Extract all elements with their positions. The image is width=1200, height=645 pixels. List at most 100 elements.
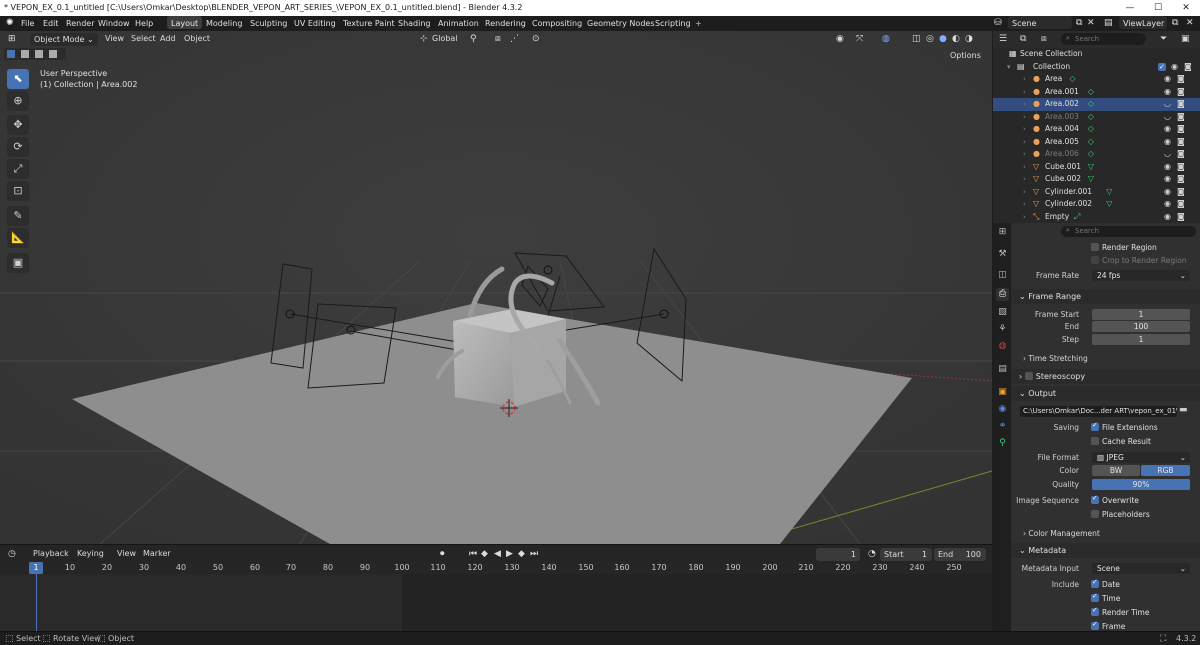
metadata-panel-header[interactable]: ⌄ Metadata <box>1011 543 1200 558</box>
scale-tool-icon[interactable]: ⤢ <box>7 159 29 179</box>
timeline-menu-keying[interactable]: Keying <box>77 545 104 563</box>
eye-icon[interactable]: ◉ <box>1164 198 1171 211</box>
collection-enable-checkbox[interactable] <box>1158 61 1166 73</box>
eye-icon[interactable]: ◉ <box>1164 186 1171 199</box>
outliner-search-input[interactable]: ⌕ Search <box>1061 33 1146 45</box>
frame-checkbox[interactable] <box>1091 620 1099 630</box>
outliner-item[interactable]: › ● Area.006 ◇ ◡ ◙ <box>993 148 1200 161</box>
select-extend-icon[interactable] <box>21 50 29 58</box>
file-format-dropdown[interactable]: ▨ JPEG ⌄ <box>1092 452 1190 463</box>
physics-tab-icon[interactable]: ◉ <box>996 403 1009 416</box>
eye-icon[interactable]: ◉ <box>1171 61 1178 74</box>
frame-rate-dropdown[interactable]: 24 fps ⌄ <box>1092 270 1190 281</box>
menu-window[interactable]: Window <box>98 16 130 31</box>
stereoscopy-panel-header[interactable]: › Stereoscopy <box>1011 369 1200 384</box>
output-path-input[interactable]: C:\Users\Omkar\Doc...der ART\vepon_ex_01… <box>1020 406 1177 417</box>
light-data-icon[interactable]: ◇ <box>1088 123 1094 136</box>
selection-mode-buttons[interactable] <box>4 48 66 60</box>
workspace-tab-scripting[interactable]: Scripting <box>651 16 695 29</box>
expand-arrow-icon[interactable]: › <box>1023 73 1026 86</box>
light-data-icon[interactable]: ◇ <box>1088 148 1094 161</box>
timeline-menu-view[interactable]: View <box>117 545 136 563</box>
proportional-edit-icon[interactable]: ⊙ <box>532 31 540 47</box>
expand-arrow-icon[interactable]: › <box>1023 161 1026 174</box>
rendered-shading-icon[interactable]: ◑ <box>965 31 973 47</box>
options-button[interactable]: Options <box>946 49 985 62</box>
preview-range-icon[interactable]: ◔ <box>868 545 876 563</box>
add-workspace-icon[interactable]: + <box>695 16 702 31</box>
mesh-data-icon[interactable]: ▽ <box>1106 198 1112 211</box>
expand-arrow-icon[interactable]: › <box>1023 198 1026 211</box>
time-stretching-subpanel[interactable]: › Time Stretching <box>1011 353 1088 364</box>
workspace-tab-shading[interactable]: Shading <box>394 16 435 29</box>
start-frame-field[interactable]: Start 1 <box>880 548 932 561</box>
select-box-tool-icon[interactable]: ⬉ <box>7 69 29 89</box>
output-panel-header[interactable]: ⌄ Output <box>1011 386 1200 401</box>
outliner-item[interactable]: › ● Area.003 ◇ ◡ ◙ <box>993 111 1200 124</box>
camera-icon[interactable]: ◙ <box>1177 98 1185 111</box>
expand-arrow-icon[interactable]: › <box>1023 186 1026 199</box>
outliner-item[interactable]: › ● Area.005 ◇ ◉ ◙ <box>993 136 1200 149</box>
file-extensions-checkbox[interactable] <box>1091 421 1099 431</box>
solid-shading-icon[interactable]: ● <box>939 31 947 47</box>
camera-icon[interactable]: ◙ <box>1177 86 1185 99</box>
prev-keyframe-icon[interactable]: ◆ <box>481 545 488 563</box>
outliner-item[interactable]: › ▽ Cylinder.002 ▽ ◉ ◙ <box>993 198 1200 211</box>
snap-icon[interactable]: ⧈ <box>495 31 501 47</box>
light-data-icon[interactable]: ◇ <box>1088 136 1094 149</box>
new-view-layer-icon[interactable]: ⧉ <box>1172 16 1178 31</box>
orientation-selector[interactable]: Global <box>432 31 458 47</box>
jump-start-icon[interactable]: ⏮ <box>469 545 477 563</box>
eye-icon[interactable]: ◉ <box>1164 173 1171 186</box>
timeline-editor-icon[interactable]: ◷ <box>8 545 16 563</box>
transform-tool-icon[interactable]: ⊡ <box>7 181 29 201</box>
workspace-tab-layout[interactable]: Layout <box>167 16 203 29</box>
view-layer-selector[interactable]: ViewLayer <box>1119 16 1167 29</box>
color-rgb-button[interactable]: RGB <box>1141 465 1190 476</box>
timeline-ruler[interactable]: 1 10 20 30 40 50 60 70 80 90 100 110 120… <box>0 562 992 574</box>
filter-icon[interactable]: ⏷ <box>1160 34 1167 44</box>
light-data-icon[interactable]: ◇ <box>1088 86 1094 99</box>
camera-icon[interactable]: ◙ <box>1177 211 1185 224</box>
workspace-tab-compositing[interactable]: Compositing <box>528 16 586 29</box>
camera-icon[interactable]: ◙ <box>1177 186 1185 199</box>
color-bw-button[interactable]: BW <box>1092 465 1140 476</box>
eye-icon[interactable]: ◉ <box>1164 211 1171 224</box>
blender-logo-icon[interactable]: ✺ <box>6 16 14 31</box>
eye-icon[interactable]: ◉ <box>1164 161 1171 174</box>
visibility-icon[interactable]: ◉ <box>836 31 844 47</box>
properties-search-input[interactable]: ⌕ Search <box>1061 226 1196 237</box>
cache-result-checkbox[interactable] <box>1091 437 1099 445</box>
mesh-data-icon[interactable]: ▽ <box>1088 161 1094 174</box>
light-data-icon[interactable]: ◇ <box>1088 111 1094 124</box>
outliner-item[interactable]: › ▽ Cube.001 ▽ ◉ ◙ <box>993 161 1200 174</box>
expand-arrow-icon[interactable]: › <box>1023 111 1026 124</box>
workspace-tab-texture-paint[interactable]: Texture Paint <box>339 16 399 29</box>
outliner-item[interactable]: › ⤡ Empty ⤢ ◉ ◙ <box>993 211 1200 224</box>
expand-arrow-icon[interactable]: › <box>1023 173 1026 186</box>
time-checkbox[interactable] <box>1091 592 1099 602</box>
viewport-scene[interactable] <box>0 31 992 544</box>
camera-icon[interactable]: ◙ <box>1177 111 1185 124</box>
object-tab-icon[interactable]: ▣ <box>996 386 1009 399</box>
play-icon[interactable]: ▶ <box>506 545 513 563</box>
new-collection-icon[interactable]: ▣ <box>1181 34 1190 44</box>
expand-arrow-icon[interactable]: › <box>1023 148 1026 161</box>
select-new-icon[interactable] <box>7 50 15 58</box>
annotate-tool-icon[interactable]: ✎ <box>7 206 29 226</box>
menu-help[interactable]: Help <box>135 16 153 31</box>
workspace-tab-geometry-nodes[interactable]: Geometry Nodes <box>583 16 658 29</box>
editor-type-icon[interactable]: ⊞ <box>8 31 16 47</box>
timeline-menu-marker[interactable]: Marker <box>143 545 171 563</box>
scene-selector[interactable]: Scene <box>1008 16 1072 29</box>
light-data-icon[interactable]: ◇ <box>1088 98 1094 111</box>
expand-arrow-icon[interactable]: › <box>1023 211 1026 224</box>
eye-closed-icon[interactable]: ◡ <box>1164 111 1171 124</box>
move-tool-icon[interactable]: ✥ <box>7 115 29 135</box>
output-tab-icon[interactable]: ⎙ <box>996 288 1009 301</box>
camera-icon[interactable]: ◙ <box>1177 136 1185 149</box>
constraint-icon[interactable]: ⤢ <box>1074 211 1080 224</box>
current-frame-field[interactable]: 1 <box>816 548 860 561</box>
workspace-tab-rendering[interactable]: Rendering <box>481 16 530 29</box>
eye-icon[interactable]: ◡ <box>1164 98 1171 111</box>
